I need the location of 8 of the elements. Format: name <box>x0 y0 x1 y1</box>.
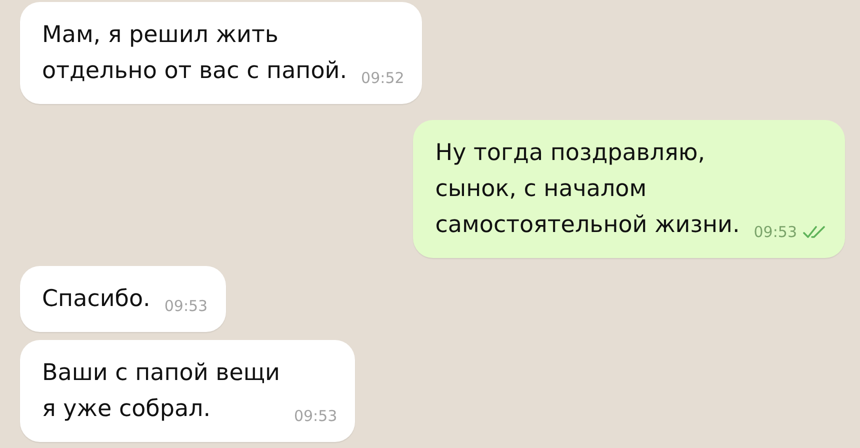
message-text: Спасибо. <box>42 285 150 314</box>
message-time: 09:53 <box>164 297 208 315</box>
message-text: Ваши с папой вещи я уже собрал. <box>42 359 280 424</box>
message-time: 09:52 <box>361 69 404 87</box>
message-text: Мам, я решил жить отдельно от вас с папой. <box>42 21 348 86</box>
message-text: Ну тогда поздравляю, сынок, с началом самостоятельной жизни. <box>435 139 740 240</box>
message-time: 09:53 <box>294 407 338 425</box>
message-time: 09:53 <box>754 223 797 241</box>
